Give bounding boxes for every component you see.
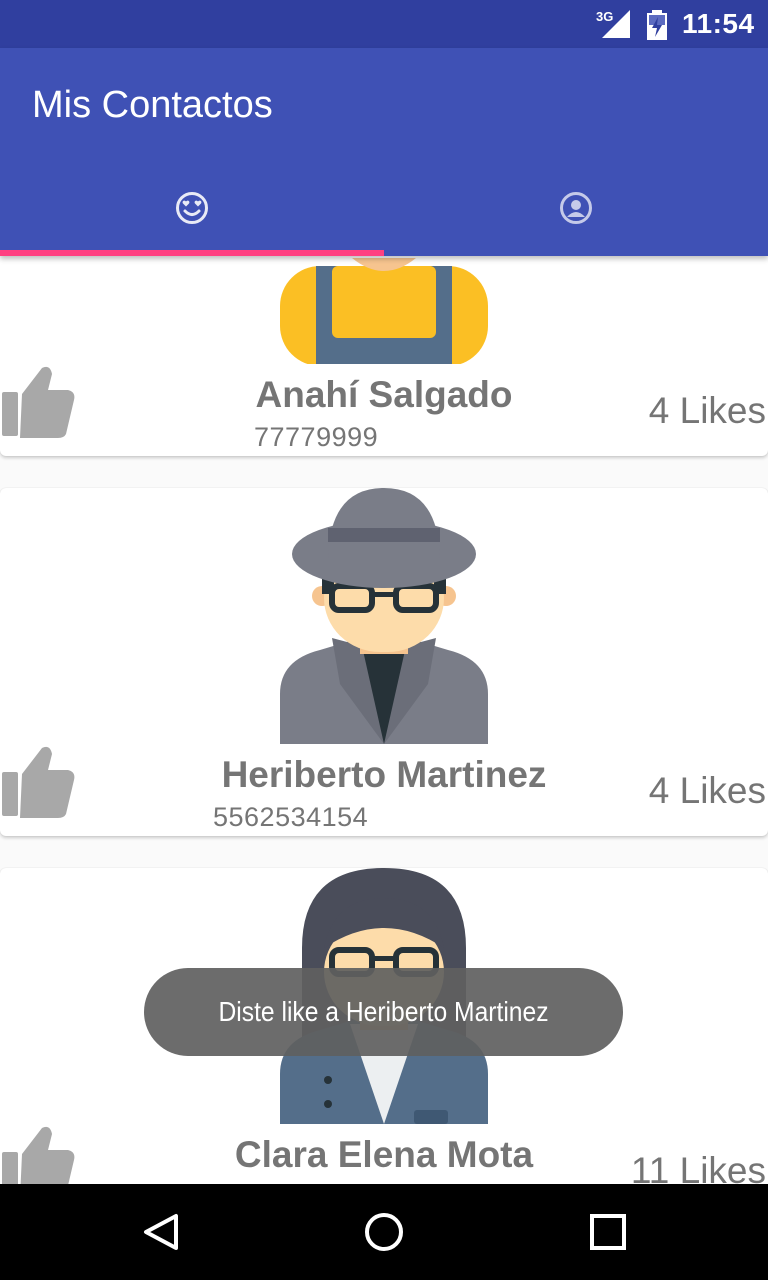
contact-card[interactable]: Anahí Salgado 77779999 4 Likes — [0, 256, 768, 456]
likes-count: 4 Likes — [648, 390, 766, 431]
tab-favorites[interactable] — [0, 160, 384, 256]
toast-message: Diste like a Heriberto Martinez — [144, 968, 623, 1056]
man-hat-glasses-avatar — [280, 488, 488, 744]
contact-card[interactable]: Heriberto Martinez 5562534154 4 Likes — [0, 488, 768, 836]
account-circle-icon — [560, 192, 592, 224]
likes-count: 11 Likes — [630, 1150, 766, 1184]
tab-indicator — [0, 250, 384, 256]
clock: 11:54 — [682, 8, 755, 39]
status-bar: 3G 11:54 — [0, 0, 768, 48]
woman-overalls-avatar — [280, 258, 488, 364]
contact-phone: 77779999 — [254, 422, 379, 452]
app-bar: Mis Contactos — [0, 48, 768, 256]
tab-profile[interactable] — [384, 160, 768, 256]
recents-icon[interactable] — [584, 1208, 632, 1256]
toast-text: Diste like a Heriberto Martinez — [218, 996, 549, 1027]
contact-phone: 5562534154 — [213, 802, 369, 832]
system-nav-bar — [0, 1184, 768, 1280]
network-type-label: 3G — [596, 9, 614, 24]
likes-count: 4 Likes — [648, 770, 766, 811]
home-icon[interactable] — [360, 1208, 408, 1256]
smiley-heart-eyes-icon — [176, 192, 208, 224]
back-icon[interactable] — [136, 1208, 184, 1256]
battery-charging-icon — [647, 10, 667, 40]
app-title: Mis Contactos — [32, 84, 273, 126]
